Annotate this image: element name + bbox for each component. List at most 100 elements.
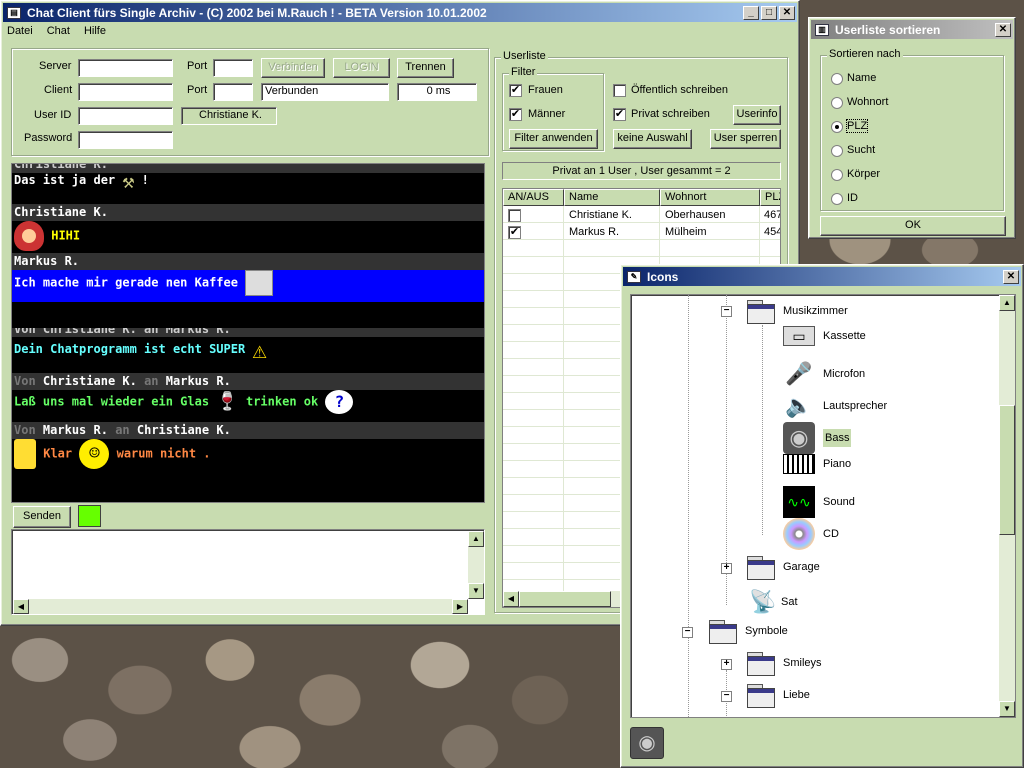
sort-radio-4[interactable] xyxy=(831,169,843,181)
trennen-button[interactable]: Trennen xyxy=(397,58,454,78)
tree-liebe[interactable]: Liebe xyxy=(745,682,810,708)
server-field[interactable] xyxy=(78,59,173,77)
privat-checkbox[interactable]: ✔ xyxy=(613,108,626,121)
port-field-1[interactable] xyxy=(213,59,253,77)
menu-datei[interactable]: Datei xyxy=(7,25,33,37)
tree-piano[interactable]: Piano xyxy=(783,454,851,474)
filter-anwenden-button[interactable]: Filter anwenden xyxy=(509,129,598,149)
selected-icon-preview: ◉ xyxy=(630,727,664,759)
menu-bar: Datei Chat Hilfe xyxy=(7,25,106,37)
frauen-checkbox[interactable]: ✔ xyxy=(509,84,522,97)
folder-icon xyxy=(745,554,777,580)
tree-sound[interactable]: ∿∿ Sound xyxy=(783,486,855,518)
password-field[interactable] xyxy=(78,131,173,149)
sort-ok-button[interactable]: OK xyxy=(820,216,1006,236)
icons-vscroll[interactable]: ▲ ▼ xyxy=(999,295,1015,717)
sort-option-label: ID xyxy=(847,192,858,204)
maximize-button[interactable]: □ xyxy=(761,5,777,20)
table-row[interactable]: ✔ Markus R. Mülheim 454 xyxy=(503,224,781,240)
chat-message-6: Klar ☺ warum nicht . xyxy=(12,439,484,471)
user-display-field: Christiane K. xyxy=(181,107,277,125)
sort-radio-2[interactable] xyxy=(831,121,843,133)
sort-titlebar: ▥ Userliste sortieren ✕ xyxy=(811,20,1013,39)
symbole-collapse[interactable]: − xyxy=(682,627,693,638)
question-bubble-icon: ? xyxy=(325,390,354,414)
sort-dialog: ▥ Userliste sortieren ✕ Sortieren nach N… xyxy=(808,17,1016,239)
senden-button[interactable]: Senden xyxy=(13,506,71,528)
port-field-2[interactable] xyxy=(213,83,253,101)
input-hscroll[interactable]: ◀ ▶ xyxy=(13,599,468,614)
scroll-right-arrow[interactable]: ▶ xyxy=(452,599,468,614)
oeffentlich-checkbox[interactable] xyxy=(613,84,626,97)
smileys-expand[interactable]: + xyxy=(721,659,732,670)
row-checkbox[interactable]: ✔ xyxy=(508,226,521,239)
sort-radio-0[interactable] xyxy=(831,73,843,85)
liebe-collapse[interactable]: − xyxy=(721,691,732,702)
heart-icon-partial: ❤❤ xyxy=(791,713,814,717)
row-wohnort: Mülheim xyxy=(665,226,707,238)
tree-smileys[interactable]: Smileys xyxy=(745,650,822,676)
sort-close-button[interactable]: ✕ xyxy=(995,22,1011,37)
row-plz: 454 xyxy=(764,226,781,238)
scroll-up-arrow[interactable]: ▲ xyxy=(468,531,484,547)
sort-radio-5[interactable] xyxy=(831,193,843,205)
tree-cd[interactable]: CD xyxy=(783,518,839,550)
scroll-left-arrow[interactable]: ◀ xyxy=(503,591,519,607)
maenner-checkbox[interactable]: ✔ xyxy=(509,108,522,121)
col-plz[interactable]: PLZ xyxy=(760,189,780,206)
warning-icon: ⚠ xyxy=(252,335,267,364)
verbinden-button[interactable]: Verbinden xyxy=(261,58,325,78)
scroll-thumb[interactable] xyxy=(519,591,611,607)
col-wohnort[interactable]: Wohnort xyxy=(660,189,760,206)
scroll-up-arrow[interactable]: ▲ xyxy=(999,295,1015,311)
garage-expand[interactable]: + xyxy=(721,563,732,574)
privat-label: Privat schreiben xyxy=(631,108,710,120)
userinfo-button[interactable]: Userinfo xyxy=(733,105,781,125)
tree-musikzimmer[interactable]: Musikzimmer xyxy=(745,298,848,324)
chat-header-3: Markus R. xyxy=(12,253,484,270)
musikzimmer-collapse[interactable]: − xyxy=(721,306,732,317)
menu-chat[interactable]: Chat xyxy=(47,25,70,37)
close-button[interactable]: ✕ xyxy=(779,5,795,20)
sort-radio-1[interactable] xyxy=(831,97,843,109)
maenner-label: Männer xyxy=(528,108,566,120)
app-icon: ▤ xyxy=(7,6,21,19)
tree-sat[interactable]: 📡 Sat xyxy=(747,586,797,618)
tree-kassette[interactable]: ▭ Kassette xyxy=(783,326,866,346)
menu-hilfe[interactable]: Hilfe xyxy=(84,25,106,37)
chat-message-3: Ich mache mir gerade nen Kaffee xyxy=(12,270,484,302)
tree-lautsprecher[interactable]: 🔈 Lautsprecher xyxy=(783,390,887,422)
server-label: Server xyxy=(39,60,72,72)
folder-icon xyxy=(745,682,777,708)
scroll-down-arrow[interactable]: ▼ xyxy=(999,701,1015,717)
tree-garage[interactable]: Garage xyxy=(745,554,820,580)
tree-bass[interactable]: ◉ Bass xyxy=(783,422,852,454)
table-row[interactable]: Christiane K. Oberhausen 467 xyxy=(503,207,780,223)
userid-field[interactable] xyxy=(78,107,173,125)
scroll-thumb[interactable] xyxy=(999,405,1015,535)
tree-symbole[interactable]: Symbole xyxy=(707,618,788,644)
chat-message-5: Laß uns mal wieder ein Glas 🍷 trinken ok… xyxy=(12,390,484,422)
sort-radio-3[interactable] xyxy=(831,145,843,157)
col-an-aus[interactable]: AN/AUS xyxy=(503,189,564,206)
keine-auswahl-button[interactable]: keine Auswahl xyxy=(613,129,692,149)
scroll-left-arrow[interactable]: ◀ xyxy=(13,599,29,614)
main-title: Chat Client fürs Single Archiv - (C) 200… xyxy=(27,5,487,20)
wine-glass-icon: 🍷 xyxy=(216,391,239,412)
chat-header-6: Von Markus R. an Christiane K. xyxy=(12,422,484,439)
user-sperren-button[interactable]: User sperren xyxy=(710,129,781,149)
login-button[interactable]: LOGIN xyxy=(333,58,390,78)
icons-close-button[interactable]: ✕ xyxy=(1003,269,1019,284)
minimize-button[interactable]: _ xyxy=(743,5,759,20)
coffee-maker-icon xyxy=(245,270,274,296)
scroll-down-arrow[interactable]: ▼ xyxy=(468,583,484,599)
row-checkbox[interactable] xyxy=(508,209,521,222)
icons-title: Icons xyxy=(647,269,679,284)
tree-microfon[interactable]: 🎤 Microfon xyxy=(783,358,865,390)
oeffentlich-label: Öffentlich schreiben xyxy=(631,84,729,96)
client-field[interactable] xyxy=(78,83,173,101)
bart-icon xyxy=(14,439,36,469)
chat-log: Christiane K. Das ist ja der ⚒ ! Christi… xyxy=(11,163,485,503)
col-name[interactable]: Name xyxy=(564,189,660,206)
input-vscroll[interactable]: ▲ ▼ xyxy=(468,531,484,599)
